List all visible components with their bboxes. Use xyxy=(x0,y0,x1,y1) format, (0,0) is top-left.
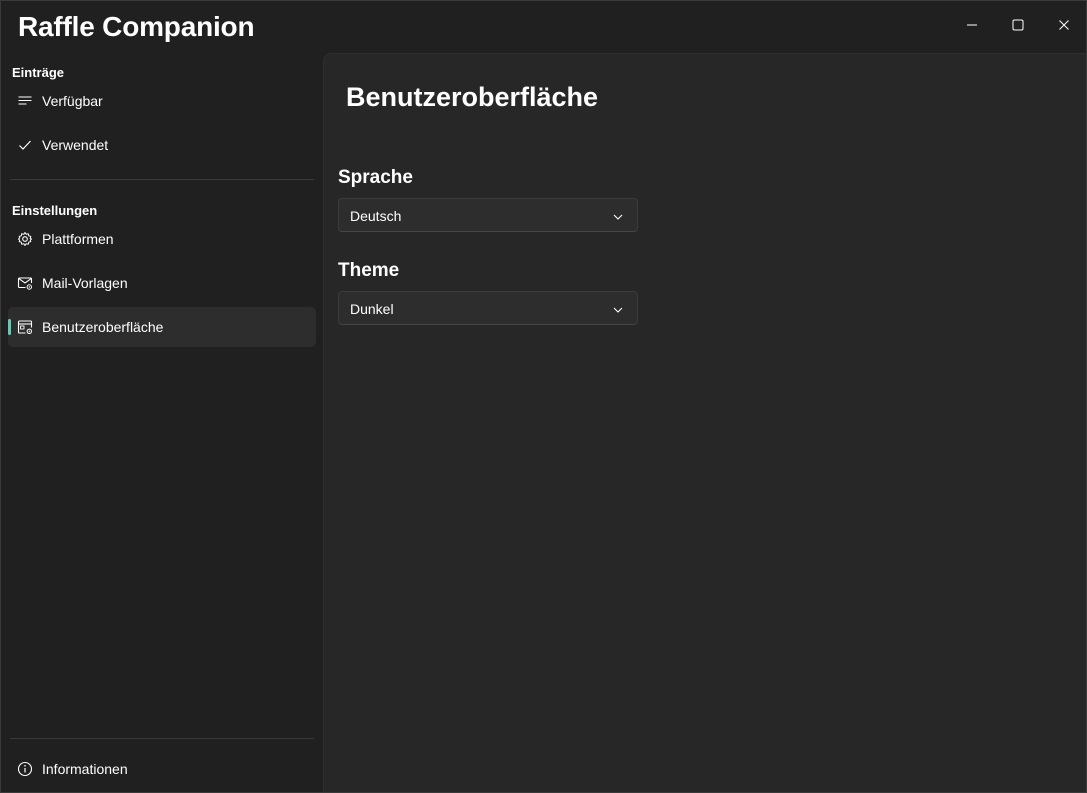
nav-item-verfuegbar[interactable]: Verfügbar xyxy=(8,81,316,121)
info-icon xyxy=(17,761,33,777)
selection-indicator xyxy=(8,319,11,335)
nav-item-verwendet[interactable]: Verwendet xyxy=(8,125,316,165)
language-label: Sprache xyxy=(338,167,413,188)
minimize-button[interactable] xyxy=(949,1,995,53)
language-dropdown[interactable]: Deutsch xyxy=(338,198,638,232)
nav-item-informationen[interactable]: Informationen xyxy=(8,749,316,789)
mail-settings-icon xyxy=(17,275,33,291)
page-title: Benutzeroberfläche xyxy=(346,82,599,112)
app-window: Raffle Companion Einträge Verfügbar Verw… xyxy=(0,0,1087,793)
nav-item-plattformen[interactable]: Plattformen xyxy=(8,219,316,259)
close-button[interactable] xyxy=(1041,1,1087,53)
content-frame: Benutzeroberfläche Sprache Deutsch Theme… xyxy=(323,53,1086,792)
nav-item-label: Verfügbar xyxy=(42,93,103,109)
nav-item-label: Verwendet xyxy=(42,137,109,153)
language-selected-value: Deutsch xyxy=(350,208,402,224)
checkmark-icon xyxy=(17,137,33,153)
list-icon xyxy=(17,93,33,109)
nav-item-mail-vorlagen[interactable]: Mail-Vorlagen xyxy=(8,263,316,303)
app-title: Raffle Companion xyxy=(18,11,255,42)
maximize-icon xyxy=(1011,18,1025,37)
footer-divider xyxy=(10,738,314,739)
maximize-button[interactable] xyxy=(995,1,1041,53)
nav-item-label: Plattformen xyxy=(42,231,114,247)
nav-item-label: Mail-Vorlagen xyxy=(42,275,128,291)
chevron-down-icon xyxy=(612,210,624,222)
nav-item-benutzeroberflaeche[interactable]: Benutzeroberfläche xyxy=(8,307,316,347)
nav-divider xyxy=(10,179,314,180)
minimize-icon xyxy=(965,18,979,37)
section-header-eintraege: Einträge xyxy=(12,65,65,80)
close-icon xyxy=(1057,18,1071,37)
window-settings-icon xyxy=(17,319,33,335)
chevron-down-icon xyxy=(612,303,624,315)
theme-selected-value: Dunkel xyxy=(350,301,394,317)
gear-icon xyxy=(17,231,33,247)
section-header-einstellungen: Einstellungen xyxy=(12,203,98,218)
theme-dropdown[interactable]: Dunkel xyxy=(338,291,638,325)
nav-item-label: Informationen xyxy=(42,761,128,777)
nav-item-label: Benutzeroberfläche xyxy=(42,319,164,335)
theme-label: Theme xyxy=(338,260,400,281)
navigation-pane: Einträge Verfügbar Verwendet Einstellung… xyxy=(1,53,323,792)
title-bar[interactable]: Raffle Companion xyxy=(1,1,1086,53)
